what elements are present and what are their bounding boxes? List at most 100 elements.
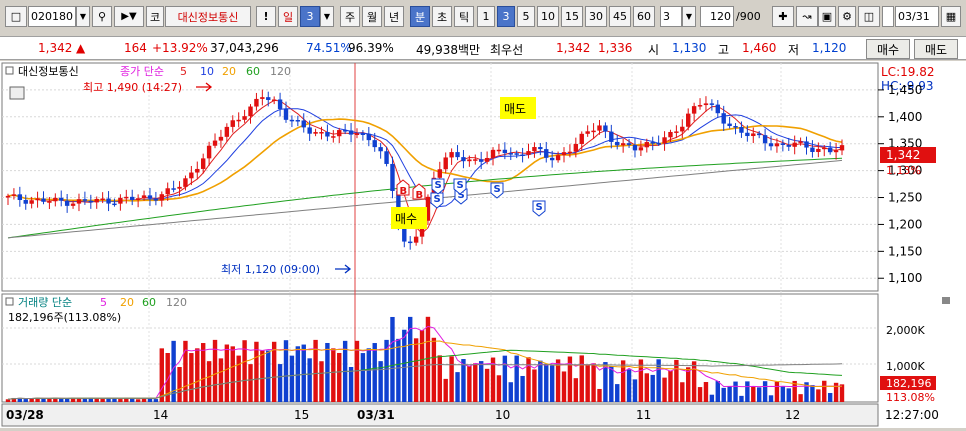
table-icon[interactable] xyxy=(9,86,25,100)
chart-area[interactable]: SSSSSSBB 대신정보통신 종가 단순 5 10 20 60 120 최고 … xyxy=(0,61,966,428)
crosshair-icon[interactable]: ✚ xyxy=(772,6,794,27)
chart-svg[interactable]: S SSSS SB B 대신정보통신 종가 단순 5 10 20 60 120 최고 … xyxy=(0,61,966,428)
volume-bar xyxy=(473,363,478,402)
interval-60[interactable]: 60 xyxy=(633,6,655,27)
volume-bar xyxy=(437,355,442,402)
volume-bar xyxy=(41,398,46,402)
alert-button[interactable]: ! xyxy=(256,6,276,27)
candle-up xyxy=(118,197,123,204)
period-tick-button[interactable]: 틱 xyxy=(454,6,474,27)
buy-badge-text: 매수 xyxy=(395,212,417,226)
x-axis-label: 12 xyxy=(785,408,800,422)
volume-bar xyxy=(502,355,508,402)
volume-bar xyxy=(650,374,655,402)
interval-5[interactable]: 5 xyxy=(517,6,535,27)
best-bid: 1,336 xyxy=(598,41,633,55)
candle-up xyxy=(53,197,58,202)
candle-up xyxy=(822,147,827,150)
volume-bar xyxy=(756,387,762,402)
interval-45[interactable]: 45 xyxy=(609,6,631,27)
search-icon[interactable]: ⚲ xyxy=(92,6,112,27)
candle-down xyxy=(384,151,389,164)
volume-bar xyxy=(396,338,401,402)
price-tick-label: 1,150 xyxy=(888,244,922,258)
period-day-button[interactable]: 일 xyxy=(278,6,298,27)
calendar-icon[interactable]: ▦ xyxy=(941,6,961,27)
volume-bar xyxy=(827,392,833,402)
period-min-button[interactable]: 분 xyxy=(410,6,430,27)
volume-bar xyxy=(810,385,815,402)
volume-bar xyxy=(319,361,324,402)
candle-up xyxy=(236,119,241,122)
speaker-icon[interactable]: ▶▼ xyxy=(114,6,144,27)
buy-button[interactable]: 매수 xyxy=(866,39,910,59)
price-tick-label: 1,250 xyxy=(888,191,922,205)
save-icon[interactable]: ▣ xyxy=(818,6,836,27)
candle-up xyxy=(437,169,442,178)
volume-bar xyxy=(508,382,513,402)
period-month-button[interactable]: 월 xyxy=(362,6,382,27)
candle-down xyxy=(514,153,519,155)
period-sec-button[interactable]: 초 xyxy=(432,6,452,27)
volume-bar xyxy=(496,375,502,402)
candle-up xyxy=(94,198,99,203)
count-dropdown-icon[interactable]: ▼ xyxy=(682,6,696,27)
sell-button[interactable]: 매도 xyxy=(914,39,958,59)
high-label: 고 xyxy=(718,43,730,57)
volume-bar xyxy=(277,364,283,402)
candle-up xyxy=(224,126,230,137)
interval-3[interactable]: 3 xyxy=(497,6,515,27)
candle-down xyxy=(23,200,28,204)
interval-1[interactable]: 1 xyxy=(477,6,495,27)
gear-icon[interactable]: ⚙ xyxy=(838,6,856,27)
volume-bar xyxy=(520,375,525,402)
volume-bar xyxy=(200,343,206,402)
volume-bar xyxy=(76,398,82,402)
candle-up xyxy=(490,149,496,158)
volume-bar xyxy=(360,353,366,402)
date-input[interactable]: 03/31 xyxy=(895,6,939,27)
price-tick-label: 1,400 xyxy=(888,110,922,124)
trend-tool-icon[interactable]: ↝ xyxy=(796,6,818,27)
window-icon[interactable]: □ xyxy=(5,6,27,27)
volume-panel-close-icon[interactable] xyxy=(942,297,950,304)
sell-signal-letter: S xyxy=(457,180,464,191)
candle-up xyxy=(70,203,76,206)
period-num-select[interactable]: 3 xyxy=(300,6,320,27)
code-input[interactable]: 020180 xyxy=(28,6,76,27)
candle-down xyxy=(372,140,377,148)
candle-down xyxy=(786,144,791,147)
view-count-input[interactable]: 120 xyxy=(700,6,734,27)
volume-bar xyxy=(159,348,164,402)
volume-legend-prefix: 거래량 단순 xyxy=(18,296,72,309)
volume-legend-ma120: 120 xyxy=(166,296,187,309)
code-dropdown-icon[interactable]: ▼ xyxy=(76,6,90,27)
candle-down xyxy=(715,104,720,114)
sell-signal-letter: S xyxy=(536,202,543,213)
candle-up xyxy=(573,143,579,152)
candle-down xyxy=(804,141,809,148)
split-icon[interactable]: ◫ xyxy=(858,6,880,27)
volume-bar xyxy=(260,350,265,402)
volume-bar xyxy=(348,366,354,402)
date-checkbox[interactable] xyxy=(882,6,894,27)
stock-name[interactable]: 대신정보통신 xyxy=(165,6,251,27)
candle-down xyxy=(739,127,744,133)
count-select[interactable]: 3 xyxy=(660,6,682,27)
market-tag[interactable]: 코 xyxy=(146,6,164,27)
period-year-button[interactable]: 년 xyxy=(384,6,404,27)
interval-15[interactable]: 15 xyxy=(561,6,583,27)
interval-30[interactable]: 30 xyxy=(585,6,607,27)
volume-bar xyxy=(224,344,230,402)
candle-down xyxy=(59,197,64,201)
candle-up xyxy=(189,172,194,179)
volume-bar xyxy=(59,398,64,402)
period-week-button[interactable]: 주 xyxy=(340,6,360,27)
best-price-label: 최우선 xyxy=(490,43,524,57)
volume-bar xyxy=(579,355,584,402)
period-dropdown-icon[interactable]: ▼ xyxy=(320,6,334,27)
interval-10[interactable]: 10 xyxy=(537,6,559,27)
price-tick-label: 1,100 xyxy=(888,271,922,285)
candle-up xyxy=(792,142,797,147)
volume-bar xyxy=(709,394,715,402)
